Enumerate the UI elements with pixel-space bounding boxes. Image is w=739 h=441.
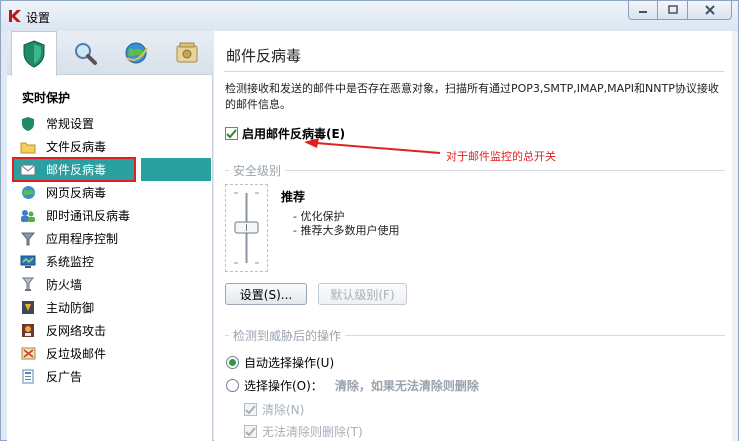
slider-track <box>234 192 259 264</box>
choose-action-radio[interactable]: 选择操作(O)： 清除，如果无法清除则删除 <box>226 377 479 394</box>
sidebar-item-anti-spam[interactable]: 反垃圾邮件 <box>13 342 213 365</box>
antibanner-icon <box>22 369 34 384</box>
main-panel: 邮件反病毒 检测接收和发送的邮件中是否存在恶意对象，扫描所有通过POP3,SMT… <box>214 31 738 441</box>
globe-icon <box>125 42 148 64</box>
checkbox-box[interactable] <box>225 127 238 140</box>
security-level-bullet: - 优化保护 <box>293 210 345 223</box>
sidebar-item-file-antivirus[interactable]: 文件反病毒 <box>13 135 213 158</box>
sidebar: 实时保护 常规设置 文件反病毒 邮件反病毒 网页反病毒 即时通讯反病毒 应用程序… <box>7 31 213 441</box>
checkmark-icon <box>226 129 237 139</box>
section-title: 实时保护 <box>22 91 71 105</box>
envelope-icon <box>20 164 36 175</box>
sidebar-item-application-control[interactable]: 应用程序控制 <box>13 227 213 250</box>
safe-box-icon <box>176 42 198 63</box>
disinfect-label: 清除(N) <box>262 403 305 417</box>
delete-if-fail-checkbox[interactable]: 无法清除则删除(T) <box>244 423 363 440</box>
sidebar-item-label: 常规设置 <box>46 117 95 131</box>
sidebar-item-selection-fill <box>141 158 211 181</box>
auto-action-radio[interactable]: 自动选择操作(U) <box>226 354 334 371</box>
sidebar-item-label: 反广告 <box>46 370 83 384</box>
shield-icon <box>23 40 45 68</box>
minimize-icon <box>639 11 647 13</box>
sidebar-nav: 常规设置 文件反病毒 邮件反病毒 网页反病毒 即时通讯反病毒 应用程序控制 系统… <box>12 112 213 388</box>
security-level-slider[interactable] <box>225 184 268 272</box>
chat-users-icon <box>21 209 35 222</box>
annotation-arrow <box>304 138 441 154</box>
title-divider <box>224 71 724 72</box>
maximize-icon <box>667 5 678 14</box>
sidebar-item-label: 反网络攻击 <box>46 324 107 338</box>
sidebar-item-label: 反垃圾邮件 <box>46 347 107 361</box>
scrollbar[interactable] <box>732 31 738 441</box>
folder-icon <box>20 142 36 153</box>
sidebar-item-general[interactable]: 常规设置 <box>13 112 213 135</box>
update-tab[interactable] <box>113 31 159 75</box>
options-tab[interactable] <box>164 31 210 75</box>
sidebar-item-proactive-defense[interactable]: 主动防御 <box>13 296 213 319</box>
firewall-icon <box>21 277 35 291</box>
security-level-description: - 优化保护 - 推荐大多数用户使用 <box>293 210 399 238</box>
action-group-label: 检测到威胁后的操作 <box>229 327 346 344</box>
maximize-button[interactable] <box>658 1 688 20</box>
sidebar-item-im-antivirus[interactable]: 即时通讯反病毒 <box>13 204 213 227</box>
category-tabs <box>7 31 213 76</box>
default-level-button[interactable]: 默认级别(F) <box>318 283 407 305</box>
sidebar-item-label: 系统监控 <box>46 255 95 269</box>
security-level-name: 推荐 <box>281 190 306 204</box>
page-description: 检测接收和发送的邮件中是否存在恶意对象，扫描所有通过POP3,SMTP,IMAP… <box>225 82 719 111</box>
proactive-defense-icon <box>22 301 34 314</box>
choose-action-hint: 清除，如果无法清除则删除 <box>334 379 479 393</box>
page-title: 邮件反病毒 <box>226 47 302 65</box>
checkbox-box[interactable] <box>244 403 257 416</box>
title-bar[interactable]: 设置 <box>1 1 738 31</box>
sidebar-item-label: 防火墙 <box>46 278 83 292</box>
sidebar-item-label: 应用程序控制 <box>46 232 119 246</box>
sidebar-item-network-attack-blocker[interactable]: 反网络攻击 <box>13 319 213 342</box>
funnel-icon <box>21 232 35 245</box>
radio-button[interactable] <box>226 356 239 369</box>
sidebar-item-label: 主动防御 <box>46 301 95 315</box>
choose-action-label: 选择操作(O)： <box>244 379 323 393</box>
system-monitor-icon <box>20 255 36 268</box>
delete-if-fail-label: 无法清除则删除(T) <box>262 425 363 439</box>
globe-icon <box>21 186 35 199</box>
annotation-text: 对于邮件监控的总开关 <box>446 150 556 163</box>
disinfect-checkbox[interactable]: 清除(N) <box>244 401 304 418</box>
protection-tab[interactable] <box>11 31 57 76</box>
close-icon <box>704 5 715 15</box>
security-level-divider <box>225 170 725 171</box>
checkmark-icon <box>245 405 256 415</box>
scan-tab[interactable] <box>62 31 108 75</box>
window-title: 设置 <box>26 11 51 25</box>
checkbox-box[interactable] <box>244 425 257 438</box>
sidebar-item-anti-banner[interactable]: 反广告 <box>13 365 213 388</box>
sidebar-item-mail-antivirus[interactable]: 邮件反病毒 <box>12 157 136 182</box>
sidebar-item-label: 文件反病毒 <box>46 140 107 154</box>
sidebar-item-system-watcher[interactable]: 系统监控 <box>13 250 213 273</box>
window-controls <box>628 1 732 21</box>
sidebar-item-label: 网页反病毒 <box>46 186 107 200</box>
auto-action-label: 自动选择操作(U) <box>244 356 335 370</box>
sidebar-item-web-antivirus[interactable]: 网页反病毒 <box>13 181 213 204</box>
settings-window: 设置 实时保护 常规设置 文件反病毒 邮件反病毒 网页反病毒 即时通讯反病毒 应… <box>0 0 739 441</box>
settings-button[interactable]: 设置(S)... <box>225 283 307 305</box>
checkmark-icon <box>245 427 256 437</box>
kaspersky-logo-icon <box>9 10 21 22</box>
minimize-button[interactable] <box>628 1 658 20</box>
radio-button[interactable] <box>226 379 239 392</box>
security-level-group-label: 安全级别 <box>229 162 286 179</box>
magnifier-icon <box>75 43 97 65</box>
network-attack-icon <box>22 324 34 337</box>
sidebar-item-label: 即时通讯反病毒 <box>46 209 131 223</box>
general-settings-icon <box>22 116 34 131</box>
sidebar-item-label: 邮件反病毒 <box>46 163 107 177</box>
close-button[interactable] <box>688 1 732 20</box>
antispam-icon <box>21 347 35 360</box>
security-level-bullet: - 推荐大多数用户使用 <box>293 224 400 237</box>
sidebar-item-firewall[interactable]: 防火墙 <box>13 273 213 296</box>
